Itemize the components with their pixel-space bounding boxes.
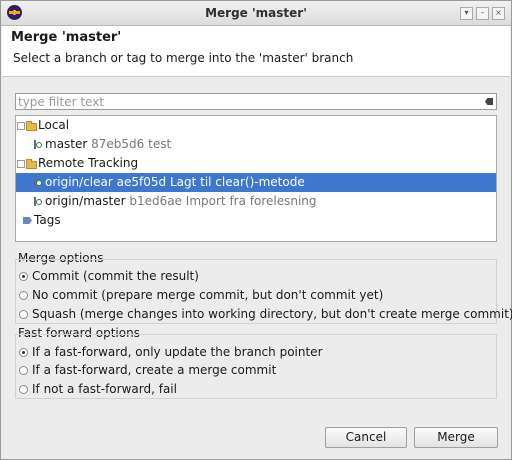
- radio-label: If a fast-forward, create a merge commit: [32, 363, 277, 377]
- radio-selected-icon[interactable]: [19, 272, 28, 281]
- window-menu-icon[interactable]: ▾: [460, 7, 473, 20]
- radio-icon[interactable]: [19, 291, 28, 300]
- tree-node-remote-tracking[interactable]: Remote Tracking: [16, 154, 496, 173]
- clear-filter-icon[interactable]: [485, 98, 493, 105]
- tree-node-local[interactable]: Local: [16, 116, 496, 135]
- dialog-header: Merge 'master' Select a branch or tag to…: [2, 26, 510, 76]
- remote-branch-icon: [33, 197, 42, 206]
- filter-input[interactable]: [18, 94, 478, 109]
- commit-detail: b1ed6ae Import fra forelesning: [129, 194, 317, 208]
- radio-label: Squash (merge changes into working direc…: [32, 307, 512, 321]
- tree-item-origin-clear[interactable]: origin/clear ae5f05d Lagt til clear()-me…: [16, 173, 496, 192]
- tree-node-label: Local: [38, 118, 70, 132]
- radio-icon[interactable]: [19, 385, 28, 394]
- ref-tree[interactable]: Local master 87eb5d6 test Remote Trackin…: [15, 115, 497, 242]
- folder-icon: [26, 159, 37, 169]
- collapse-toggle-icon[interactable]: [17, 160, 25, 168]
- minimize-icon[interactable]: –: [476, 7, 489, 20]
- branch-name: origin/master: [45, 194, 126, 208]
- filter-field[interactable]: [15, 93, 497, 110]
- branch-name: origin/clear: [45, 175, 113, 189]
- collapse-toggle-icon[interactable]: [17, 122, 25, 130]
- folder-icon: [26, 121, 37, 131]
- close-icon[interactable]: ×: [492, 7, 505, 20]
- radio-label: No commit (prepare merge commit, but don…: [32, 288, 384, 302]
- radio-label: If a fast-forward, only update the branc…: [32, 345, 323, 359]
- tree-node-tags[interactable]: Tags: [16, 211, 496, 230]
- branch-icon: [33, 140, 42, 149]
- header-divider: [2, 76, 510, 77]
- commit-detail: 87eb5d6 test: [91, 137, 172, 151]
- commit-detail: ae5f05d Lagt til clear()-metode: [116, 175, 305, 189]
- radio-icon[interactable]: [19, 310, 28, 319]
- tag-icon: [23, 217, 32, 224]
- cancel-button[interactable]: Cancel: [325, 427, 407, 448]
- tree-node-label: Remote Tracking: [38, 156, 139, 170]
- merge-dialog: Merge 'master' ▾ – × Merge 'master' Sele…: [0, 0, 512, 460]
- remote-branch-icon: [33, 178, 42, 187]
- tree-item-origin-master[interactable]: origin/master b1ed6ae Import fra foreles…: [16, 192, 496, 211]
- radio-label: If not a fast-forward, fail: [32, 382, 177, 396]
- tree-node-label: Tags: [34, 213, 61, 227]
- window-title: Merge 'master': [205, 6, 307, 20]
- branch-name: master: [45, 137, 88, 151]
- radio-selected-icon[interactable]: [19, 348, 28, 357]
- tree-item-master[interactable]: master 87eb5d6 test: [16, 135, 496, 154]
- page-title: Merge 'master': [11, 30, 122, 45]
- page-description: Select a branch or tag to merge into the…: [13, 51, 354, 65]
- radio-label: Commit (commit the result): [32, 269, 199, 283]
- radio-icon[interactable]: [19, 366, 28, 375]
- title-bar[interactable]: Merge 'master' ▾ – ×: [1, 1, 511, 26]
- merge-button[interactable]: Merge: [414, 427, 498, 448]
